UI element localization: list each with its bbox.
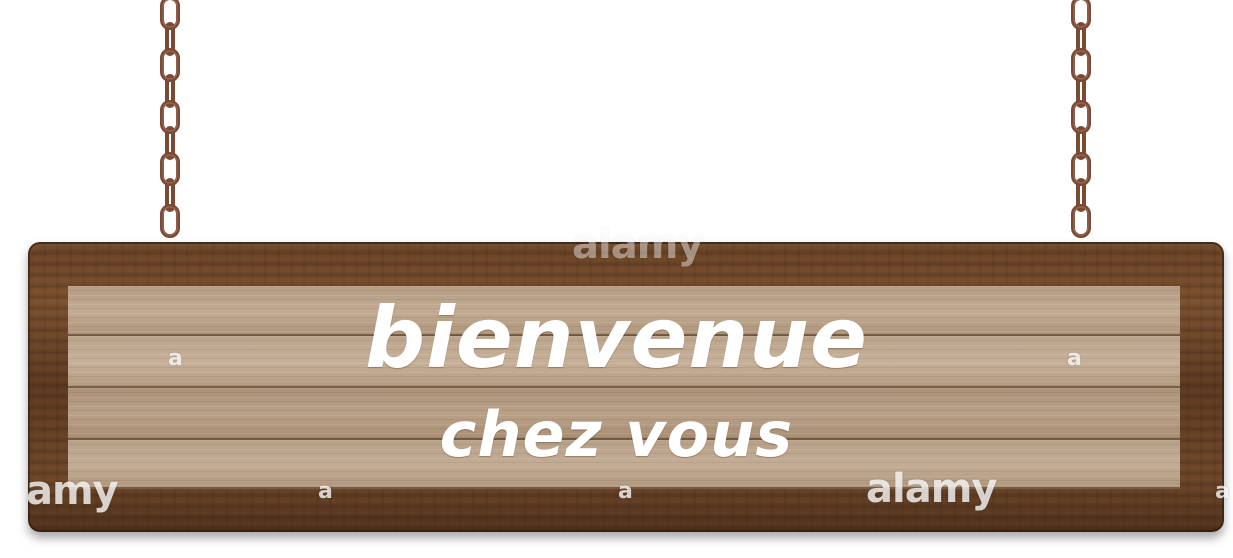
right-chain-icon <box>1071 0 1091 238</box>
hanging-wooden-sign-scene: bienvenue chez vous alamy amy alamy a a … <box>0 0 1233 558</box>
watermark-mark: a <box>1067 346 1082 371</box>
sign-greeting-line2: chez vous <box>439 398 794 471</box>
watermark-mark: a <box>318 479 333 504</box>
watermark-mark: a <box>618 479 633 504</box>
watermark-bottom-right: alamy <box>866 466 997 512</box>
watermark-mark: a <box>168 346 183 371</box>
watermark-top: alamy <box>572 222 703 268</box>
watermark-bottom-left: amy <box>26 468 119 514</box>
left-chain-icon <box>160 0 180 238</box>
watermark-mark: a <box>1215 479 1230 504</box>
sign-greeting-line1: bienvenue <box>365 289 868 387</box>
